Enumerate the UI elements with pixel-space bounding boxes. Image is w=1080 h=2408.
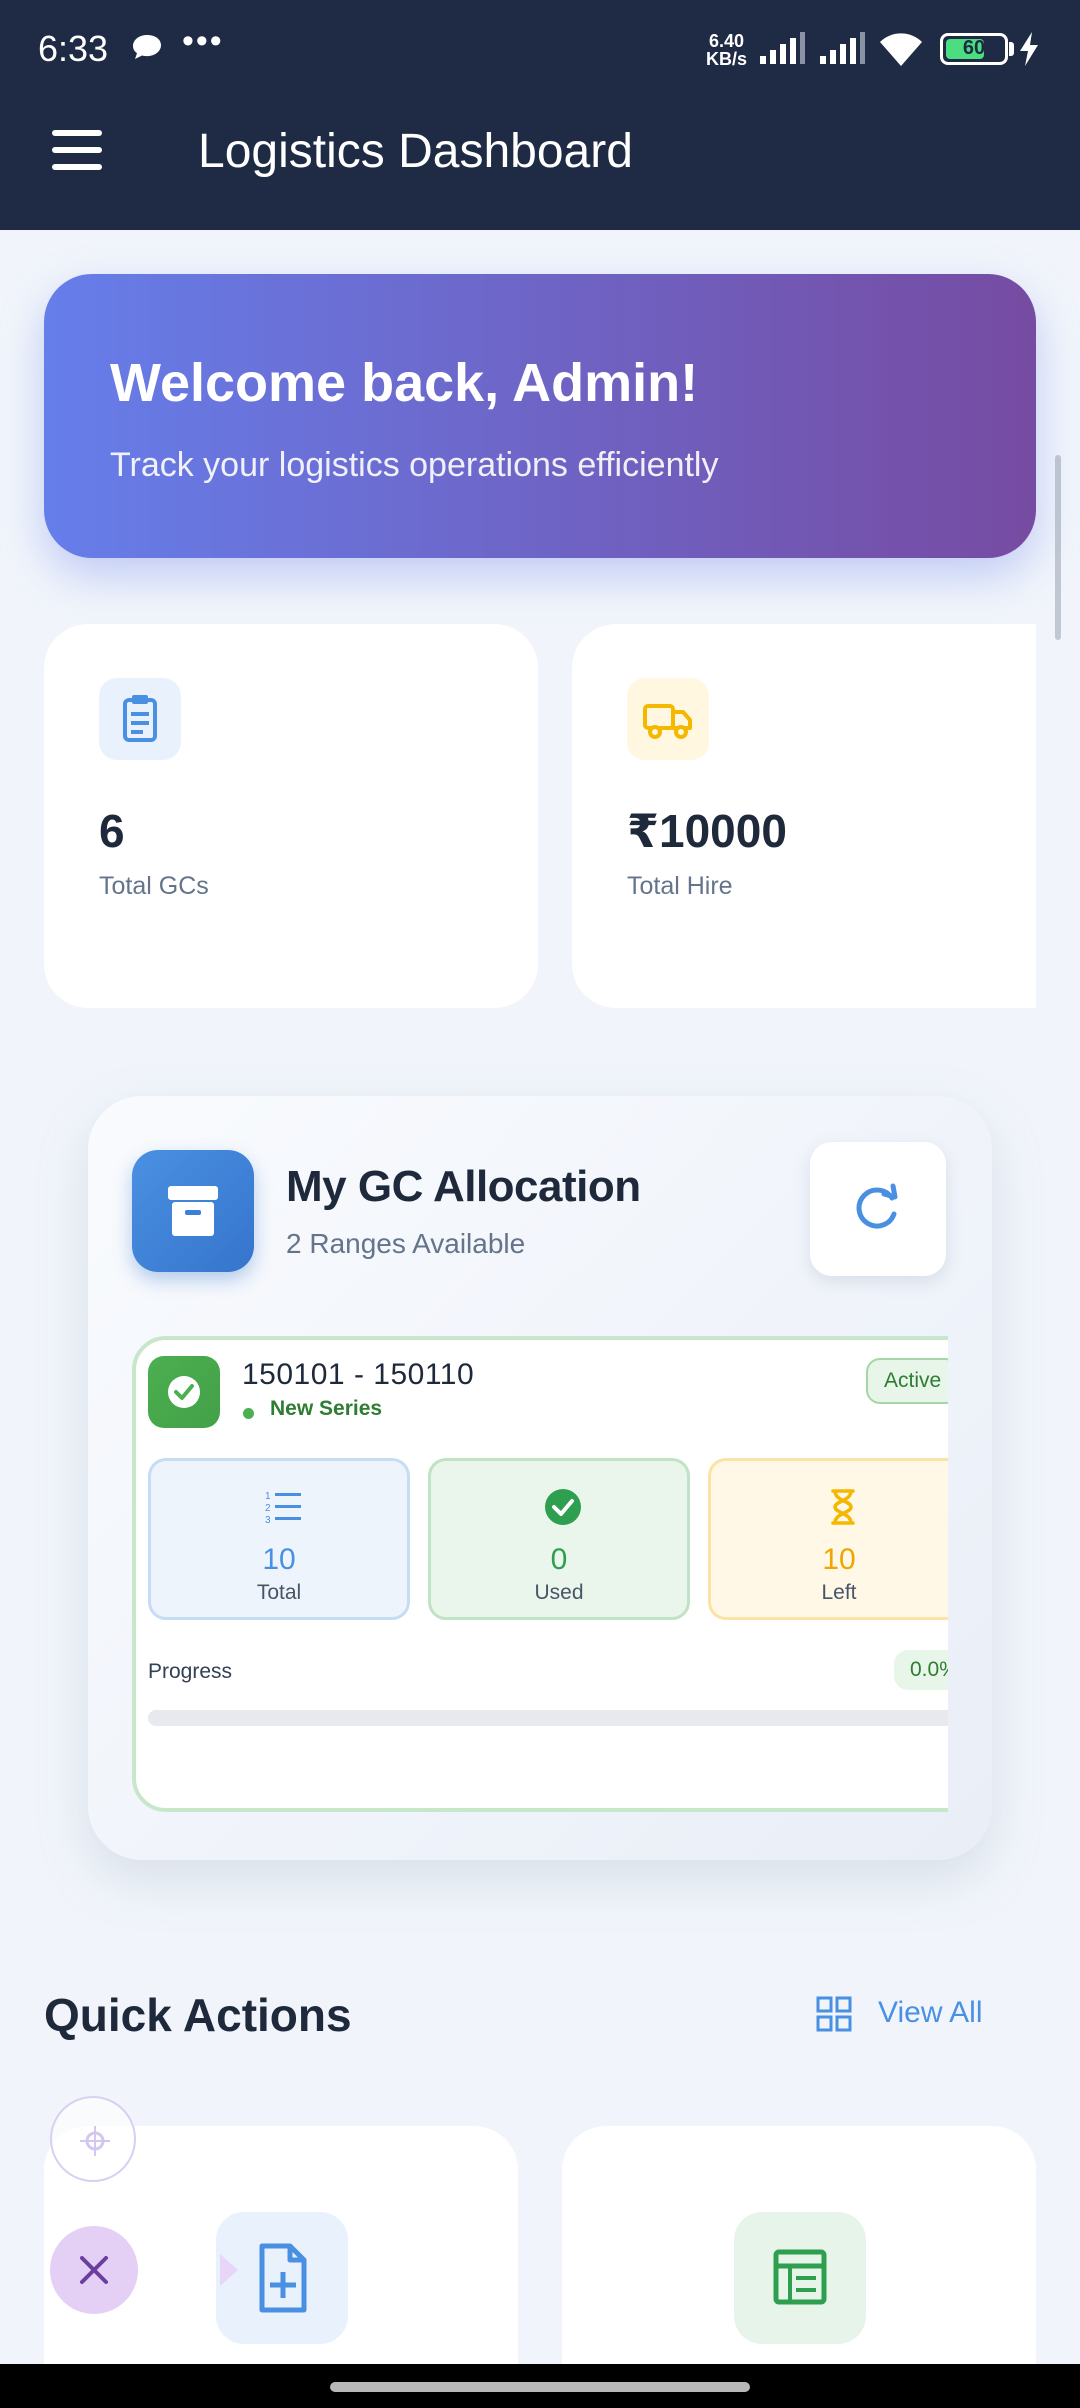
grid-icon [816, 1996, 852, 2032]
left-stat-box: 10 Left [708, 1458, 948, 1620]
battery-tip [1009, 42, 1014, 56]
used-value: 0 [550, 1543, 568, 1576]
clipboard-icon [99, 678, 181, 760]
stat-value: ₹10000 [627, 805, 787, 857]
chat-bubble-icon [133, 35, 161, 59]
home-gesture-pill[interactable] [330, 2382, 750, 2392]
left-value: 10 [822, 1543, 856, 1576]
charging-bolt-icon [1020, 32, 1038, 66]
view-all-label: View All [878, 1996, 983, 2029]
menu-icon[interactable] [44, 130, 110, 176]
scrollbar[interactable] [1055, 455, 1061, 640]
allocation-title: My GC Allocation [286, 1162, 641, 1211]
quick-actions-title: Quick Actions [44, 1989, 352, 2041]
left-label: Left [821, 1581, 857, 1604]
progress-percent: 0.0% [894, 1650, 948, 1690]
refresh-icon [856, 1183, 898, 1229]
range-card[interactable]: 150101 - 150110 New Series Active 1 2 3 … [132, 1336, 948, 1812]
welcome-title: Welcome back, Admin! [110, 353, 699, 413]
network-speed: 6.40 KB/s [706, 32, 747, 68]
stat-card-total-hire[interactable]: ₹10000 Total Hire [572, 624, 1036, 1008]
allocation-subtitle: 2 Ranges Available [286, 1228, 526, 1259]
battery-level: 60 [962, 37, 986, 59]
hourglass-icon [831, 1489, 855, 1525]
crosshair-icon [80, 2126, 110, 2156]
numbered-list-icon: 1 2 3 [265, 1491, 301, 1526]
close-icon [80, 2256, 108, 2284]
network-speed-unit: KB/s [706, 49, 748, 69]
used-label: Used [534, 1581, 584, 1604]
close-floating-button[interactable] [50, 2226, 138, 2314]
range-title: 150101 - 150110 [242, 1358, 475, 1391]
wifi-icon [880, 33, 922, 66]
check-circle-icon [148, 1356, 220, 1428]
check-circle-icon [545, 1489, 581, 1525]
used-stat-box: 0 Used [428, 1458, 690, 1620]
total-stat-box: 1 2 3 10 Total [148, 1458, 410, 1620]
app-bar: 6:33 ••• 6.40 KB/s 60 Logistics Dashboar… [0, 0, 1080, 230]
series-label: New Series [270, 1397, 383, 1420]
total-label: Total [256, 1581, 302, 1604]
progress-label: Progress [148, 1660, 233, 1683]
welcome-subtitle: Track your logistics operations efficien… [110, 446, 719, 484]
spreadsheet-icon [734, 2212, 866, 2344]
stat-card-total-gcs[interactable]: 6 Total GCs [44, 624, 538, 1008]
page-title: Logistics Dashboard [198, 125, 633, 178]
total-value: 10 [262, 1543, 296, 1576]
stat-value: 6 [99, 805, 125, 857]
stat-label: Total GCs [99, 872, 209, 900]
gc-allocation-panel: My GC Allocation 2 Ranges Available 1501… [88, 1096, 992, 1860]
archive-box-icon [132, 1150, 254, 1272]
stat-label: Total Hire [627, 872, 733, 900]
series-dot [243, 1408, 254, 1419]
range-scroller[interactable]: 150101 - 150110 New Series Active 1 2 3 … [132, 1336, 948, 1812]
more-notifications-icon: ••• [182, 22, 224, 60]
network-speed-value: 6.40 [708, 31, 745, 51]
refresh-button[interactable] [810, 1142, 946, 1276]
battery-icon: 60 [940, 33, 1008, 65]
signal-icon [760, 32, 805, 64]
crosshair-button[interactable] [50, 2096, 136, 2182]
status-time: 6:33 [38, 28, 109, 69]
truck-icon [627, 678, 709, 760]
progress-bar [148, 1710, 948, 1726]
status-bar: 6:33 ••• 6.40 KB/s 60 [0, 0, 1080, 96]
welcome-card: Welcome back, Admin! Track your logistic… [44, 274, 1036, 558]
signal-icon-2 [820, 32, 865, 64]
svg-text:1: 1 [265, 1491, 271, 1502]
status-badge: Active [866, 1358, 948, 1404]
svg-text:2: 2 [265, 1503, 271, 1514]
play-arrow-icon [220, 2254, 238, 2286]
svg-text:3: 3 [265, 1515, 271, 1526]
